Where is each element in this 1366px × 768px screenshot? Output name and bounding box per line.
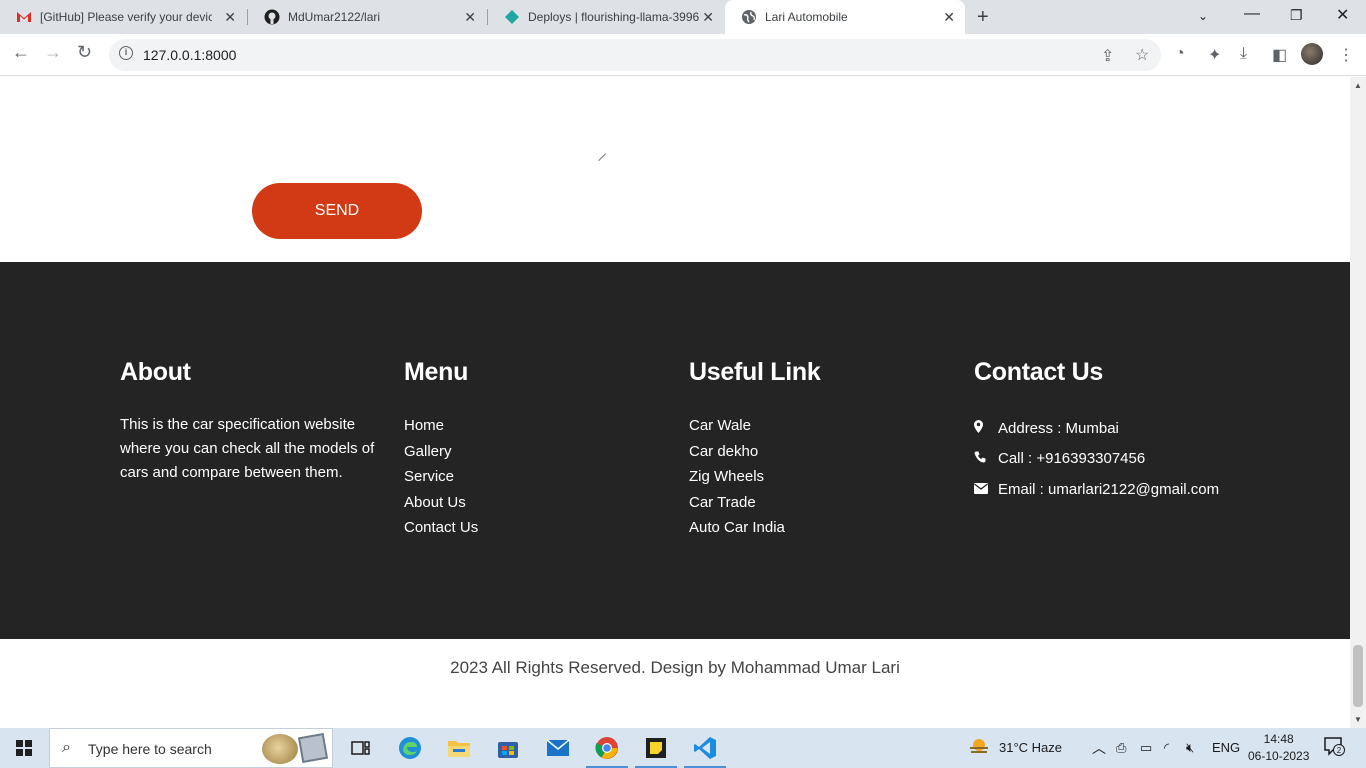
scrollbar-thumb[interactable] (1353, 645, 1363, 707)
tab-github-repo[interactable]: MdUmar2122/lari ✕ (248, 0, 486, 34)
tab-netlify-deploys[interactable]: Deploys | flourishing-llama-3996 ✕ (488, 0, 724, 34)
map-marker-icon (974, 420, 992, 436)
site-footer: About This is the car specification webs… (0, 262, 1350, 639)
task-view-icon[interactable] (348, 736, 374, 760)
footer-menu-title: Menu (404, 358, 469, 386)
globe-icon (741, 9, 757, 25)
side-panel-icon[interactable]: ◧ (1272, 45, 1287, 65)
close-icon[interactable]: ✕ (464, 9, 476, 26)
battery-icon[interactable]: ▭ (1140, 740, 1152, 756)
search-highlight-plaque-icon[interactable] (297, 732, 329, 764)
chrome-icon[interactable] (586, 736, 628, 768)
search-highlight-medal-icon[interactable] (262, 734, 298, 764)
taskbar-search-box[interactable]: ⌕ Type here to search (49, 728, 333, 768)
forward-arrow-icon[interactable]: → (44, 42, 62, 63)
footer-link-car-dekho[interactable]: Car dekho (689, 439, 820, 465)
vscode-icon[interactable] (684, 736, 726, 768)
contact-email: Email : umarlari2122@gmail.com (974, 474, 1219, 505)
bookmark-star-icon[interactable]: ☆ (1135, 45, 1149, 65)
sticky-notes-icon[interactable] (635, 736, 677, 768)
profile-avatar[interactable] (1301, 43, 1323, 65)
footer-link-car-wale[interactable]: Car Wale (689, 413, 820, 439)
footer-menu: Menu Home Gallery Service About Us Conta… (404, 358, 478, 541)
clock-date: 06-10-2023 (1248, 749, 1310, 763)
show-hidden-icons-chevron-icon[interactable]: ︿ (1092, 738, 1106, 758)
performance-gauge-icon[interactable]: ◔ (1175, 45, 1185, 63)
footer-contact: Contact Us Address : Mumbai Call : +9163… (974, 358, 1219, 505)
minimize-icon[interactable]: — (1244, 5, 1260, 23)
copyright-text: 2023 All Rights Reserved. Design by Moha… (450, 658, 900, 677)
footer-about-title: About (120, 358, 191, 386)
share-icon[interactable]: ⇪ (1101, 46, 1114, 66)
close-icon[interactable]: ✕ (702, 9, 714, 26)
contact-address: Address : Mumbai (974, 413, 1219, 444)
footer-useful-title: Useful Link (689, 358, 821, 386)
footer-about: About This is the car specification webs… (120, 358, 376, 485)
contact-phone: Call : +916393307456 (974, 444, 1219, 475)
envelope-icon (974, 482, 992, 497)
meet-now-icon[interactable]: ⎙ (1116, 740, 1126, 756)
tab-search-chevron-icon[interactable]: ⌄ (1198, 9, 1208, 23)
footer-link-auto-car-india[interactable]: Auto Car India (689, 515, 820, 541)
page-scrollbar[interactable]: ▲ ▼ (1350, 77, 1366, 728)
tab-bar: [GitHub] Please verify your devic ✕ MdUm… (0, 0, 1366, 34)
microsoft-store-icon[interactable] (495, 736, 521, 760)
reload-icon[interactable]: ↻ (77, 42, 92, 63)
footer-link-about-us[interactable]: About Us (404, 490, 478, 516)
scroll-down-arrow-icon[interactable]: ▼ (1354, 715, 1362, 724)
new-tab-plus-icon[interactable]: + (977, 6, 989, 29)
footer-link-home[interactable]: Home (404, 413, 478, 439)
footer-link-service[interactable]: Service (404, 464, 478, 490)
menu-dots-icon[interactable]: ⋮ (1338, 45, 1354, 65)
close-icon[interactable]: ✕ (943, 9, 955, 26)
send-button[interactable]: SEND (252, 183, 422, 239)
site-info-icon[interactable]: i (119, 46, 133, 60)
footer-contact-title: Contact Us (974, 358, 1103, 386)
clock-time: 14:48 (1263, 732, 1294, 746)
windows-start-icon[interactable] (16, 740, 32, 756)
file-explorer-icon[interactable] (446, 736, 472, 760)
back-arrow-icon[interactable]: ← (12, 42, 30, 63)
github-icon (264, 9, 280, 25)
footer-link-gallery[interactable]: Gallery (404, 439, 478, 465)
tab-github-verify[interactable]: [GitHub] Please verify your devic ✕ (0, 0, 246, 34)
footer-useful-links: Useful Link Car Wale Car dekho Zig Wheel… (689, 358, 821, 541)
edge-browser-icon[interactable] (397, 736, 423, 760)
wifi-icon[interactable]: ◜ (1164, 740, 1169, 756)
taskbar-clock[interactable]: 14:48 06-10-2023 (1248, 731, 1309, 765)
netlify-icon (504, 9, 520, 25)
mail-icon[interactable] (545, 736, 571, 760)
gmail-icon (16, 9, 32, 25)
restore-icon[interactable]: ❐ (1290, 7, 1303, 24)
phone-icon (974, 451, 992, 466)
extensions-puzzle-icon[interactable]: ✦ (1208, 45, 1221, 65)
footer-link-contact-us[interactable]: Contact Us (404, 515, 478, 541)
notification-count: 2 (1337, 746, 1342, 755)
url-text[interactable]: 127.0.0.1:8000 (143, 47, 236, 63)
notification-center-icon[interactable]: 2 (1324, 737, 1346, 760)
footer-link-car-trade[interactable]: Car Trade (689, 490, 820, 516)
window-close-icon[interactable]: ✕ (1336, 5, 1349, 25)
volume-muted-icon[interactable]: 🔇︎ (1186, 740, 1194, 756)
download-icon[interactable]: ⤓ (1240, 45, 1247, 63)
tab-lari-automobile[interactable]: Lari Automobile ✕ (725, 0, 965, 34)
weather-haze-icon[interactable] (968, 737, 990, 760)
page-viewport: SEND About This is the car specification… (0, 77, 1350, 728)
address-bar[interactable]: i 127.0.0.1:8000 ⇪ ☆ (109, 39, 1161, 71)
footer-about-text: This is the car specification website wh… (120, 416, 375, 481)
language-indicator[interactable]: ENG (1212, 740, 1240, 755)
footer-link-zig-wheels[interactable]: Zig Wheels (689, 464, 820, 490)
browser-toolbar: ← → ↻ i 127.0.0.1:8000 ⇪ ☆ ◔ ✦ ⤓ ◧ ⋮ (0, 34, 1366, 76)
scroll-up-arrow-icon[interactable]: ▲ (1354, 81, 1362, 90)
close-icon[interactable]: ✕ (224, 9, 236, 26)
windows-taskbar: ⌕ Type here to search 31°C Haze ︿ ⎙ ▭ ◜ … (0, 728, 1366, 768)
weather-text[interactable]: 31°C Haze (999, 740, 1062, 755)
message-textarea[interactable] (120, 77, 606, 160)
search-icon: ⌕ (62, 739, 71, 756)
